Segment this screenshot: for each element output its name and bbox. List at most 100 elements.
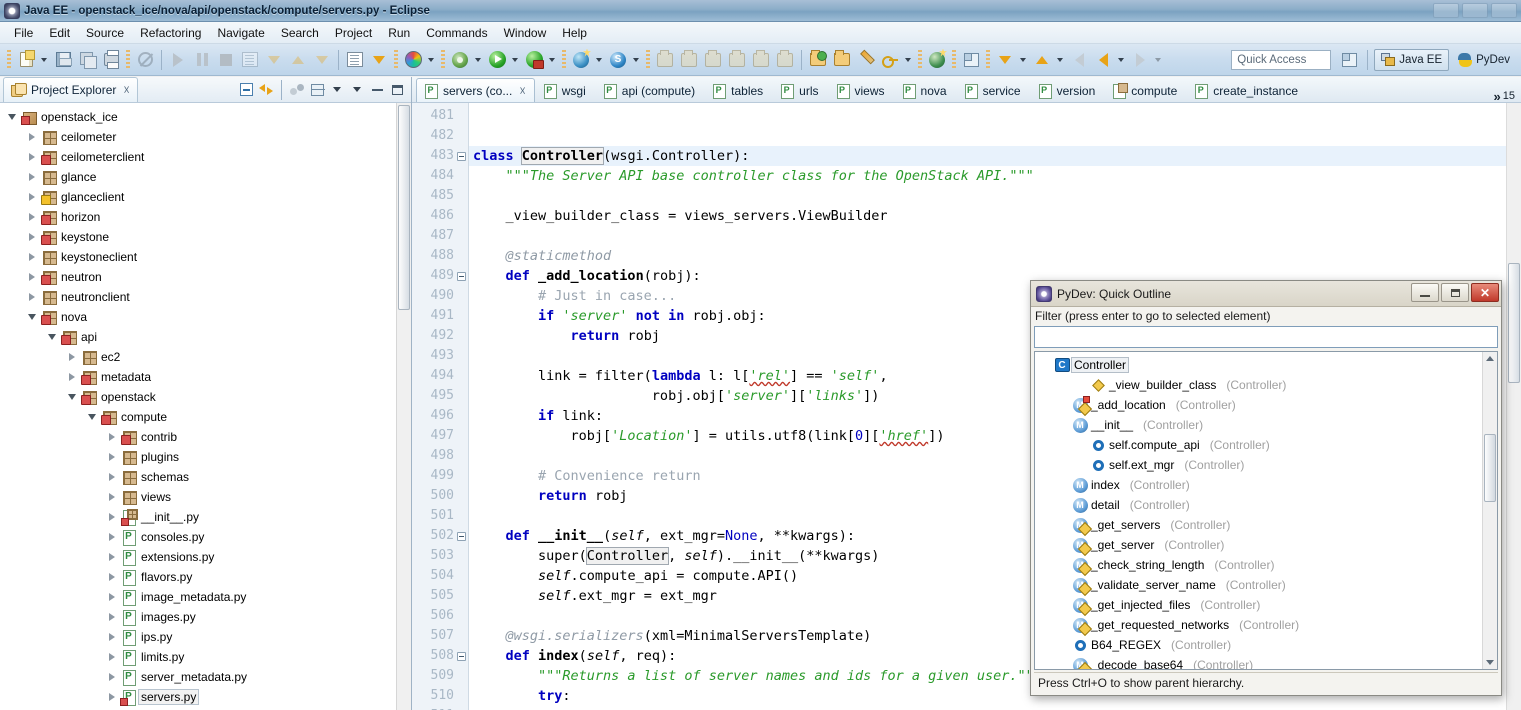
run-server-dropdown-arrow[interactable] [546,49,557,71]
project-tree-scroll-thumb[interactable] [398,105,410,310]
tree-item-flavors-py[interactable]: flavors.py [0,567,411,587]
run-jar-icon[interactable] [774,49,796,71]
editor-tab-wsgi[interactable]: wsgi [535,78,595,102]
run-server-button[interactable] [523,49,545,71]
tree-twisty-icon[interactable] [104,489,120,505]
code-line[interactable] [469,106,1521,126]
key-dropdown-arrow[interactable] [902,49,913,71]
code-fold-icon[interactable] [457,652,466,661]
menu-commands[interactable]: Commands [418,24,495,42]
menu-help[interactable]: Help [554,24,595,42]
tree-twisty-icon[interactable] [4,109,20,125]
tree-item-limits-py[interactable]: limits.py [0,647,411,667]
step-into-button[interactable] [263,49,285,71]
outline-item--check-string-length[interactable]: _check_string_length (Controller) [1035,555,1497,575]
outline-item-self-ext-mgr[interactable]: self.ext_mgr (Controller) [1035,455,1497,475]
tree-item-images-py[interactable]: images.py [0,607,411,627]
code-line[interactable] [469,186,1521,206]
run-jar-icon[interactable] [750,49,772,71]
link-with-editor-icon[interactable] [257,81,275,99]
project-tree-container[interactable]: openstack_ice ceilometer ceilometerclient g… [0,103,411,710]
editor-scroll-thumb[interactable] [1508,263,1520,383]
perspective-pydev[interactable]: PyDev [1451,49,1517,71]
skip-breakpoints-icon[interactable] [134,49,156,71]
step-over-button[interactable] [287,49,309,71]
window-minimize-button[interactable] [1433,3,1459,18]
previous-edit-button[interactable] [1092,49,1114,71]
tree-twisty-icon[interactable] [84,409,100,425]
view-menu-icon[interactable] [308,81,326,99]
tree-item-openstack[interactable]: openstack [0,387,411,407]
quick-outline-dialog[interactable]: PyDev: Quick Outline ✕ Filter (press ent… [1030,280,1502,696]
editor-tab-version[interactable]: version [1030,78,1105,102]
quick-outline-filter-input[interactable] [1034,326,1498,348]
tree-item-glanceclient[interactable]: glanceclient [0,187,411,207]
outline-item--add-location[interactable]: _add_location (Controller) [1035,395,1497,415]
tree-item-contrib[interactable]: contrib [0,427,411,447]
menu-run[interactable]: Run [380,24,418,42]
new-dropdown-arrow[interactable] [38,49,49,71]
project-tree-scrollbar[interactable] [396,103,411,710]
toolbar-grip[interactable] [986,49,990,70]
export-dropdown-arrow[interactable] [1054,49,1065,71]
menu-project[interactable]: Project [327,24,380,42]
tree-twisty-icon[interactable] [104,429,120,445]
collapse-all-icon[interactable] [237,81,255,99]
run-jar-icon[interactable] [678,49,700,71]
tree-item-compute[interactable]: compute [0,407,411,427]
tree-twisty-icon[interactable] [104,449,120,465]
tree-twisty-icon[interactable] [104,589,120,605]
outline-item--get-injected-files[interactable]: _get_injected_files (Controller) [1035,595,1497,615]
debug-button[interactable] [449,49,471,71]
view-menu-dropdown-arrow[interactable] [328,81,346,99]
suspend-button[interactable] [191,49,213,71]
tree-item-extensions-py[interactable]: extensions.py [0,547,411,567]
outline-item-detail[interactable]: Mdetail (Controller) [1035,495,1497,515]
window-controls[interactable] [1433,3,1517,18]
back-navigation-button[interactable] [1068,49,1090,71]
menu-edit[interactable]: Edit [41,24,78,42]
tree-item-neutron[interactable]: neutron [0,267,411,287]
close-icon[interactable]: ☓ [123,84,129,96]
editor-vertical-scrollbar[interactable] [1506,103,1521,710]
tree-item--init-py[interactable]: __init__.py [0,507,411,527]
perspective-java-ee[interactable]: Java EE [1374,48,1450,71]
outline-item--decode-base64[interactable]: _decode_base64 (Controller) [1035,655,1497,669]
toolbar-grip[interactable] [646,49,650,70]
quick-outline-scroll-thumb[interactable] [1484,434,1496,502]
tree-twisty-icon[interactable] [24,169,40,185]
tree-item-views[interactable]: views [0,487,411,507]
next-annotation-icon[interactable] [368,49,390,71]
step-return-button[interactable] [311,49,333,71]
resume-button[interactable] [167,49,189,71]
maximize-icon[interactable] [388,81,406,99]
tree-twisty-icon[interactable] [44,329,60,345]
tree-twisty-icon[interactable] [104,609,120,625]
editor-tab-create-instance[interactable]: create_instance [1186,78,1307,102]
tree-twisty-icon[interactable] [104,669,120,685]
tree-item-neutronclient[interactable]: neutronclient [0,287,411,307]
tree-item-keystoneclient[interactable]: keystoneclient [0,247,411,267]
toolbar-grip[interactable] [918,49,922,70]
close-button[interactable]: ✕ [1471,283,1499,302]
outline-item--validate-server-name[interactable]: _validate_server_name (Controller) [1035,575,1497,595]
editor-tab-views[interactable]: views [828,78,894,102]
tree-twisty-icon[interactable] [104,549,120,565]
toolbar-grip[interactable] [7,49,11,70]
editor-tab-service[interactable]: service [956,78,1030,102]
new-web-project-icon[interactable] [570,49,592,71]
code-line[interactable]: """The Server API base controller class … [469,166,1521,186]
tree-twisty-icon[interactable] [24,129,40,145]
web-dropdown-arrow[interactable] [593,49,604,71]
quick-outline-scrollbar[interactable] [1482,352,1497,669]
tree-twisty-icon[interactable] [24,249,40,265]
editor-tab-api-compute-[interactable]: api (compute) [595,78,704,102]
chevron-down-icon[interactable] [348,81,366,99]
editor-tab-compute[interactable]: compute [1104,78,1186,102]
run-jar-icon[interactable] [654,49,676,71]
scroll-down-icon[interactable] [1486,660,1494,665]
editor-tab-nova[interactable]: nova [894,78,956,102]
import-dropdown-arrow[interactable] [1017,49,1028,71]
tree-item-keystone[interactable]: keystone [0,227,411,247]
tree-twisty-icon[interactable] [104,469,120,485]
